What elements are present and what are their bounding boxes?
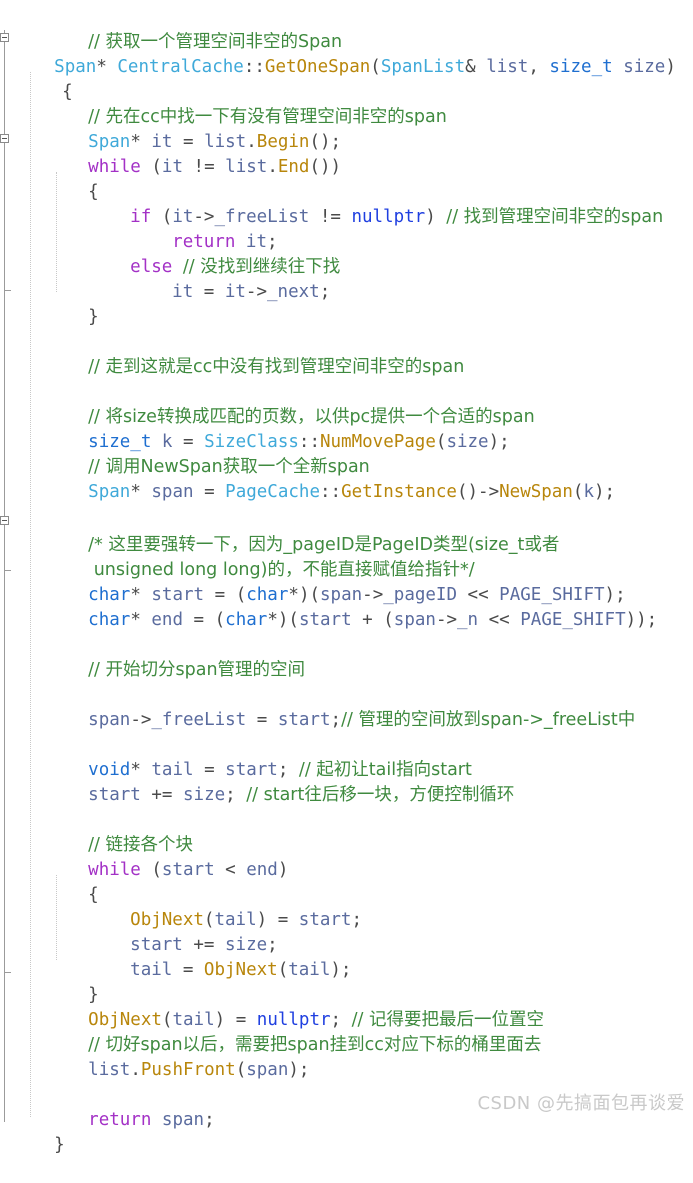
code-line[interactable]: char* start = (char*)(span->_pageID << P… (0, 558, 693, 605)
code-line-empty[interactable] (0, 1058, 693, 1083)
csdn-watermark: CSDN @先搞面包再谈爱 (477, 1093, 685, 1114)
code-line[interactable]: // 开始切分span管理的空间 (0, 633, 693, 680)
code-line-empty[interactable] (0, 355, 693, 380)
code-line-empty[interactable] (0, 305, 693, 330)
code-line[interactable]: { (0, 155, 693, 202)
code-line[interactable]: if (it->_freeList != nullptr) // 找到管理空间非… (0, 180, 693, 227)
code-editor-view[interactable]: // 获取一个管理空间非空的Span Span* CentralCache::G… (0, 0, 693, 1155)
code-line[interactable]: Span* CentralCache::GetOneSpan(SpanList&… (0, 30, 693, 77)
code-line[interactable]: } (0, 280, 693, 327)
code-line[interactable]: list.PushFront(span); (0, 1033, 693, 1080)
code-line[interactable]: ObjNext(tail) = start; (0, 883, 693, 930)
code-line[interactable]: while (it != list.End()) (0, 130, 693, 177)
code-line[interactable]: // 获取一个管理空间非空的Span (0, 5, 693, 52)
code-line[interactable]: } (0, 958, 693, 1005)
code-line[interactable]: // 链接各个块 (0, 808, 693, 855)
code-line[interactable]: // 走到这就是cc中没有找到管理空间非空的span (0, 330, 693, 377)
code-line-empty[interactable] (0, 783, 693, 808)
code-line[interactable]: ObjNext(tail) = nullptr; // 记得要把最后一位置空 (0, 983, 693, 1030)
code-line[interactable]: { (0, 55, 693, 102)
code-line[interactable]: char* end = (char*)(start + (span->_n <<… (0, 583, 693, 630)
code-line[interactable]: // 先在cc中找一下有没有管理空间非空的span (0, 80, 693, 127)
code-token-brace: } (54, 1135, 65, 1155)
code-line[interactable]: return it; (0, 205, 693, 252)
code-line[interactable]: tail = ObjNext(tail); (0, 933, 693, 980)
code-line[interactable]: start += size; // start往后移一块，方便控制循环 (0, 758, 693, 805)
code-line[interactable]: span->_freeList = start;// 管理的空间放到span->… (0, 683, 693, 730)
code-line[interactable]: // 调用NewSpan获取一个全新span (0, 430, 693, 477)
code-line[interactable]: while (start < end) (0, 833, 693, 880)
code-line-empty[interactable] (0, 658, 693, 683)
code-line[interactable]: // 将size转换成匹配的页数，以供pc提供一个合适的span (0, 380, 693, 427)
code-line[interactable]: Span* span = PageCache::GetInstance()->N… (0, 455, 693, 502)
code-line[interactable]: unsigned long long)的，不能直接赋值给指针*/ (0, 533, 693, 580)
code-line[interactable]: // 切好span以后，需要把span挂到cc对应下标的桶里面去 (0, 1008, 693, 1055)
code-line-empty[interactable] (0, 708, 693, 733)
code-line[interactable]: void* tail = start; // 起初让tail指向start (0, 733, 693, 780)
code-line[interactable]: else // 没找到继续往下找 (0, 230, 693, 277)
code-line-empty[interactable] (0, 608, 693, 633)
code-line[interactable]: it = it->_next; (0, 255, 693, 302)
code-line[interactable]: { (0, 858, 693, 905)
code-line[interactable]: Span* it = list.Begin(); (0, 105, 693, 152)
code-line[interactable]: /* 这里要强转一下，因为_pageID是PageID类型(size_t或者 (0, 508, 693, 555)
code-line[interactable]: start += size; (0, 908, 693, 955)
code-line-empty[interactable] (0, 480, 693, 505)
code-line[interactable]: size_t k = SizeClass::NumMovePage(size); (0, 405, 693, 452)
